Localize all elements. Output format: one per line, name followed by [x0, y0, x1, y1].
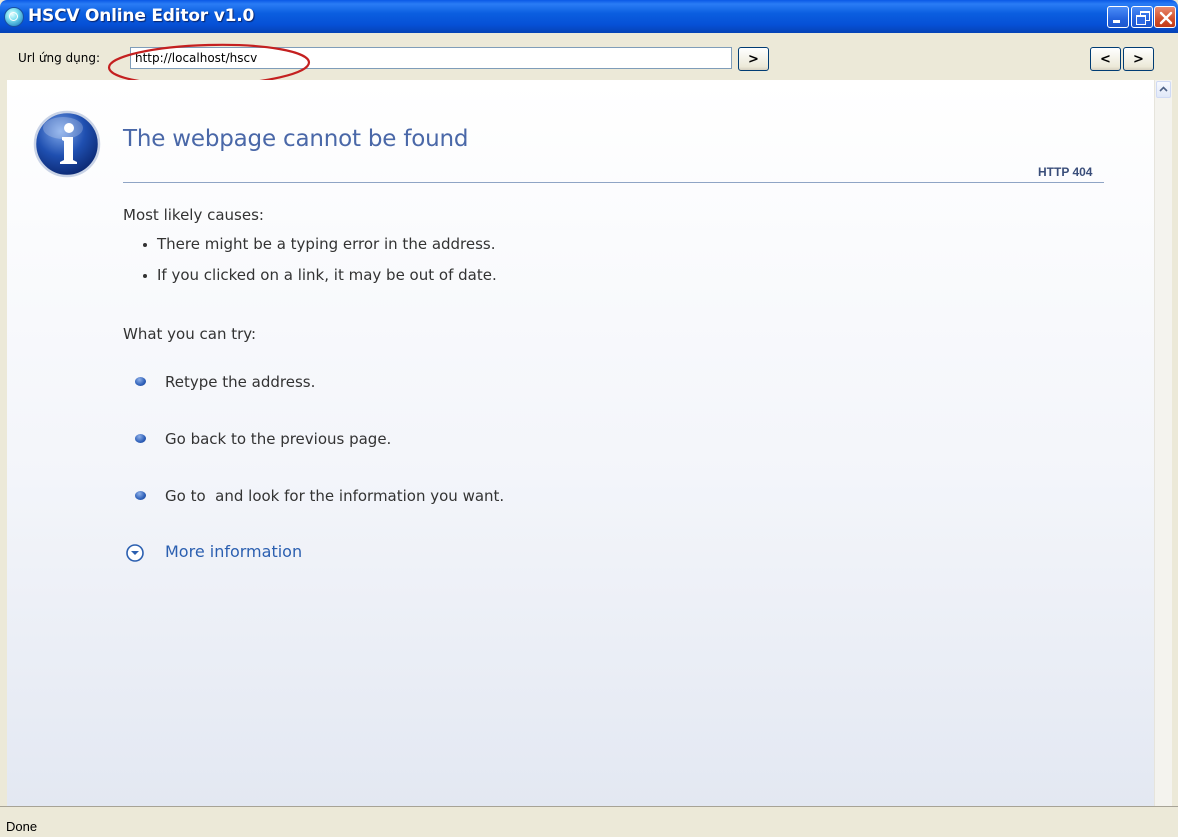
try-text: Go back to the previous page. — [165, 430, 392, 448]
page-title: The webpage cannot be found — [123, 126, 469, 152]
restore-button[interactable] — [1131, 6, 1153, 28]
bullet-icon — [135, 491, 146, 500]
vertical-scrollbar[interactable] — [1154, 80, 1172, 806]
toolbar: Url ứng dụng: > < > — [0, 33, 1178, 78]
close-icon — [1159, 11, 1173, 25]
minimize-button[interactable] — [1107, 6, 1129, 28]
cause-item: There might be a typing error in the add… — [143, 235, 496, 253]
window-title: HSCV Online Editor v1.0 — [28, 6, 255, 26]
bullet-icon — [135, 377, 146, 386]
go-button[interactable]: > — [738, 47, 769, 71]
divider — [123, 182, 1104, 183]
url-label: Url ứng dụng: — [18, 51, 100, 65]
try-text: Retype the address. — [165, 373, 316, 391]
try-heading: What you can try: — [123, 325, 257, 343]
more-information-label[interactable]: More information — [165, 542, 302, 561]
cause-item: If you clicked on a link, it may be out … — [143, 266, 497, 284]
try-item: Go back to the previous page. — [135, 430, 392, 448]
bullet-icon — [143, 274, 147, 278]
close-button[interactable] — [1154, 6, 1176, 28]
app-icon — [4, 7, 24, 27]
error-code: HTTP 404 — [1038, 165, 1093, 179]
url-input[interactable] — [130, 47, 732, 69]
bullet-icon — [143, 243, 147, 247]
forward-button[interactable]: > — [1123, 47, 1154, 71]
try-item: Go to and look for the information you w… — [135, 487, 505, 505]
try-item: Retype the address. — [135, 373, 316, 391]
expand-chevron-icon — [126, 544, 144, 562]
try-text: Go to and look for the information you w… — [165, 487, 505, 505]
causes-heading: Most likely causes: — [123, 206, 264, 224]
scroll-up-button[interactable] — [1156, 81, 1171, 98]
info-icon — [33, 110, 101, 178]
status-text: Done — [6, 819, 38, 834]
cause-text: There might be a typing error in the add… — [157, 235, 496, 253]
scroll-up-arrow-icon — [1159, 86, 1168, 92]
status-bar: Done — [0, 806, 1178, 837]
back-button[interactable]: < — [1090, 47, 1121, 71]
bullet-icon — [135, 434, 146, 443]
cause-text: If you clicked on a link, it may be out … — [157, 266, 497, 284]
title-bar[interactable]: HSCV Online Editor v1.0 — [0, 0, 1178, 33]
